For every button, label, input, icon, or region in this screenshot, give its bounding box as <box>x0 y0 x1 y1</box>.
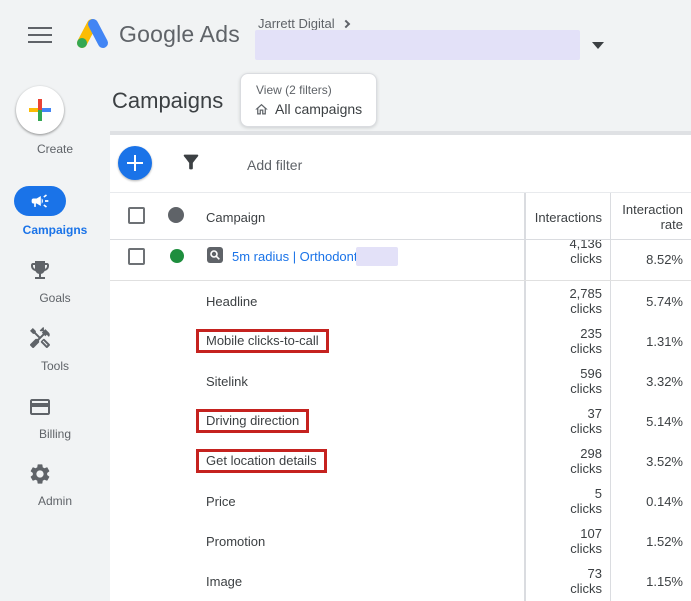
asset-type-label: Image <box>206 574 242 589</box>
view-filter-card[interactable]: View (2 filters) All campaigns <box>240 73 377 127</box>
interaction-rate-cell: 3.32% <box>646 374 683 389</box>
interaction-rate-cell: 0.14% <box>646 494 683 509</box>
interactions-value: 298 <box>570 446 602 461</box>
campaign-row[interactable]: 5m radius | Orthodontist | 4,136 clicks … <box>110 240 691 281</box>
interactions-unit: clicks <box>570 581 602 596</box>
status-enabled-icon <box>170 249 184 263</box>
interactions-unit: clicks <box>570 381 602 396</box>
interactions-value: 5 <box>570 486 602 501</box>
sidebar-item-label: Create <box>0 142 110 156</box>
brand-title: Google Ads <box>119 21 240 48</box>
asset-type-row[interactable]: Price 5 clicks 0.14% <box>110 481 691 521</box>
asset-type-row[interactable]: Image 73 clicks 1.15% <box>110 561 691 601</box>
interaction-rate-cell: 3.52% <box>646 454 683 469</box>
column-header-interactions[interactable]: Interactions <box>535 210 602 225</box>
sidebar-item-label: Admin <box>0 494 110 508</box>
asset-type-row[interactable]: Promotion 107 clicks 1.52% <box>110 521 691 561</box>
interactions-cell: 37 clicks <box>570 406 602 436</box>
interaction-rate-cell: 5.14% <box>646 414 683 429</box>
search-campaign-icon <box>207 247 223 263</box>
gear-icon <box>28 462 52 486</box>
interaction-rate-cell: 1.52% <box>646 534 683 549</box>
google-ads-logo <box>70 15 110 53</box>
handyman-icon <box>28 326 52 350</box>
interactions-unit: clicks <box>569 301 602 316</box>
interaction-rate-cell: 1.15% <box>646 574 683 589</box>
sidebar: Create Campaigns Goals Tools Billing Adm… <box>0 65 110 601</box>
asset-type-label: Price <box>206 494 236 509</box>
redacted-account-name <box>255 30 580 60</box>
interactions-cell: 4,136 clicks <box>569 240 602 266</box>
interactions-value: 107 <box>570 526 602 541</box>
interactions-value: 235 <box>570 326 602 341</box>
asset-type-row[interactable]: Driving direction 37 clicks 5.14% <box>110 401 691 441</box>
sidebar-item-label: Billing <box>0 427 110 441</box>
sidebar-item-label: Goals <box>0 291 110 305</box>
interactions-unit: clicks <box>570 421 602 436</box>
view-selected-value: All campaigns <box>275 101 362 117</box>
interactions-cell: 596 clicks <box>570 366 602 396</box>
sidebar-item-label: Campaigns <box>0 223 110 237</box>
trophy-icon <box>28 258 52 282</box>
asset-type-label: Promotion <box>206 534 265 549</box>
menu-icon[interactable] <box>28 27 52 43</box>
interactions-cell: 2,785 clicks <box>569 286 602 316</box>
asset-type-label-annotated: Mobile clicks-to-call <box>196 329 329 353</box>
interactions-value: 4,136 <box>569 240 602 251</box>
select-all-checkbox[interactable] <box>128 207 145 224</box>
redacted-campaign-name-part <box>356 247 398 266</box>
column-header-interaction-rate[interactable]: Interaction rate <box>609 202 683 232</box>
plus-multicolor-icon <box>29 99 51 121</box>
asset-type-label: Headline <box>206 294 257 309</box>
interactions-cell: 107 clicks <box>570 526 602 556</box>
campaigns-active-pill[interactable] <box>14 186 66 216</box>
asset-type-label-annotated: Driving direction <box>196 409 309 433</box>
megaphone-icon <box>30 191 50 211</box>
filter-icon[interactable] <box>180 151 202 173</box>
status-column-icon <box>168 207 184 223</box>
interactions-value: 2,785 <box>569 286 602 301</box>
interactions-value: 596 <box>570 366 602 381</box>
table-header: Campaign Interactions Interaction rate <box>110 192 691 240</box>
interactions-cell: 298 clicks <box>570 446 602 476</box>
page-title: Campaigns <box>112 88 223 114</box>
interaction-rate-cell: 5.74% <box>646 294 683 309</box>
account-dropdown-caret-icon[interactable] <box>592 42 604 49</box>
asset-type-row[interactable]: Sitelink 596 clicks 3.32% <box>110 361 691 401</box>
add-campaign-button[interactable] <box>118 146 152 180</box>
interactions-unit: clicks <box>570 541 602 556</box>
interaction-rate-cell: 8.52% <box>646 252 683 267</box>
interactions-unit: clicks <box>570 501 602 516</box>
main-content: Add filter Campaign Interactions Interac… <box>110 135 691 601</box>
breadcrumb[interactable]: Jarrett Digital <box>258 16 349 31</box>
interactions-unit: clicks <box>570 341 602 356</box>
asset-type-label-annotated: Get location details <box>196 449 327 473</box>
interactions-unit: clicks <box>570 461 602 476</box>
interactions-value: 37 <box>570 406 602 421</box>
interactions-value: 73 <box>570 566 602 581</box>
asset-type-row[interactable]: Mobile clicks-to-call 235 clicks 1.31% <box>110 321 691 361</box>
home-icon <box>254 102 269 117</box>
interactions-cell: 235 clicks <box>570 326 602 356</box>
view-filters-label: View (2 filters) <box>256 83 332 97</box>
column-header-campaign[interactable]: Campaign <box>206 210 265 225</box>
interaction-rate-cell: 1.31% <box>646 334 683 349</box>
chevron-right-icon <box>341 20 349 28</box>
asset-type-row[interactable]: Headline 2,785 clicks 5.74% <box>110 281 691 321</box>
sidebar-item-label: Tools <box>0 359 110 373</box>
asset-type-row[interactable]: Get location details 298 clicks 3.52% <box>110 441 691 481</box>
interactions-cell: 5 clicks <box>570 486 602 516</box>
credit-card-icon <box>28 395 52 419</box>
interactions-cell: 73 clicks <box>570 566 602 596</box>
interactions-unit: clicks <box>569 251 602 266</box>
add-filter-button[interactable]: Add filter <box>247 157 302 173</box>
create-button[interactable] <box>16 86 64 134</box>
asset-type-label: Sitelink <box>206 374 248 389</box>
breadcrumb-label: Jarrett Digital <box>258 16 335 31</box>
row-checkbox[interactable] <box>128 248 145 265</box>
